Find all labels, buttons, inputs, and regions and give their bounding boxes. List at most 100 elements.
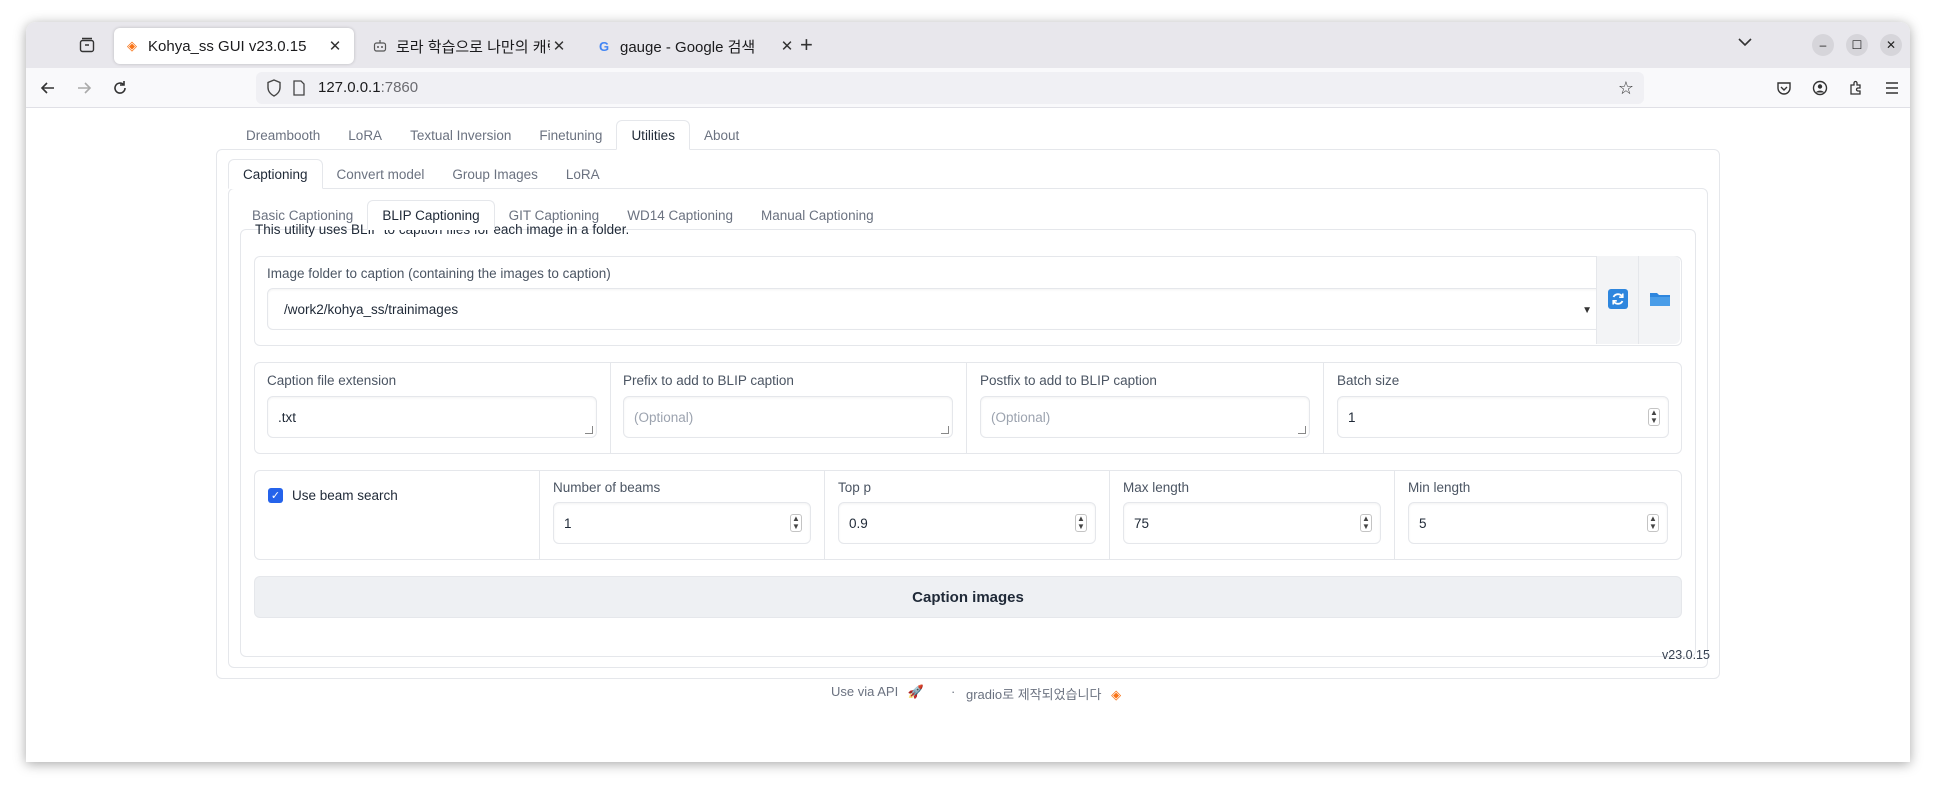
num-beams-label: Number of beams bbox=[553, 480, 661, 495]
browser-tab-lora-article[interactable]: 로라 학습으로 나만의 캐릭터 ✕ bbox=[362, 28, 578, 64]
account-icon[interactable] bbox=[1808, 76, 1832, 100]
divider bbox=[1109, 471, 1110, 559]
tab-wd14-captioning[interactable]: WD14 Captioning bbox=[613, 200, 747, 230]
tab-textual-inversion[interactable]: Textual Inversion bbox=[396, 120, 525, 150]
close-tab-icon[interactable]: ✕ bbox=[550, 37, 568, 55]
caption-ext-value: .txt bbox=[278, 409, 297, 425]
menu-icon[interactable] bbox=[1880, 76, 1904, 100]
forward-icon[interactable] bbox=[72, 76, 96, 100]
image-folder-dropdown[interactable]: /work2/kohya_ss/trainimages ▼ bbox=[267, 288, 1607, 330]
browser-tab-title: 로라 학습으로 나만의 캐릭터 bbox=[396, 38, 550, 56]
url-bar[interactable]: 127.0.0.1:7860 ☆ bbox=[256, 72, 1644, 104]
min-length-value: 5 bbox=[1419, 515, 1427, 531]
min-length-input[interactable]: 5 ▲ ▼ bbox=[1408, 502, 1668, 544]
max-length-input[interactable]: 75 ▲ ▼ bbox=[1123, 502, 1381, 544]
tab-about[interactable]: About bbox=[690, 120, 753, 150]
page-icon[interactable] bbox=[292, 80, 306, 99]
use-via-api-text: Use via API bbox=[831, 684, 899, 699]
browser-tab-google[interactable]: G gauge - Google 검색 ✕ bbox=[586, 28, 806, 64]
tab-list-icon[interactable] bbox=[74, 34, 100, 56]
tab-captioning[interactable]: Captioning bbox=[228, 159, 323, 189]
utilities-sub-tabs: Captioning Convert model Group Images Lo… bbox=[228, 159, 614, 189]
postfix-placeholder: (Optional) bbox=[991, 409, 1051, 425]
bookmark-star-icon[interactable]: ☆ bbox=[1618, 78, 1634, 99]
dropdown-arrow-icon: ▼ bbox=[1582, 305, 1592, 316]
maximize-icon[interactable]: ☐ bbox=[1846, 34, 1868, 56]
tab-lora[interactable]: LoRA bbox=[334, 120, 396, 150]
beam-search-checkbox[interactable]: ✓ bbox=[268, 488, 283, 503]
caption-ext-input[interactable]: .txt bbox=[267, 396, 597, 438]
folder-icon bbox=[1649, 290, 1671, 311]
browser-nav-bar: 127.0.0.1:7860 ☆ bbox=[26, 68, 1910, 108]
minimize-icon[interactable]: – bbox=[1812, 34, 1834, 56]
close-tab-icon[interactable]: ✕ bbox=[326, 37, 344, 55]
postfix-input[interactable]: (Optional) bbox=[980, 396, 1310, 438]
prefix-input[interactable]: (Optional) bbox=[623, 396, 953, 438]
tab-lora-utils[interactable]: LoRA bbox=[552, 159, 614, 189]
page-content: Dreambooth LoRA Textual Inversion Finetu… bbox=[26, 108, 1910, 762]
prefix-placeholder: (Optional) bbox=[634, 409, 694, 425]
tab-finetuning[interactable]: Finetuning bbox=[525, 120, 616, 150]
refresh-icon bbox=[1607, 288, 1628, 312]
divider bbox=[1394, 471, 1395, 559]
back-icon[interactable] bbox=[36, 76, 60, 100]
pocket-icon[interactable] bbox=[1772, 76, 1796, 100]
reload-icon[interactable] bbox=[108, 76, 132, 100]
resize-handle-icon[interactable] bbox=[585, 426, 593, 434]
divider bbox=[610, 363, 611, 453]
new-tab-icon[interactable]: + bbox=[800, 34, 813, 56]
built-with-gradio-text: gradio로 제작되었습니다 bbox=[966, 687, 1102, 702]
refresh-button[interactable] bbox=[1596, 256, 1638, 344]
extensions-icon[interactable] bbox=[1844, 76, 1868, 100]
divider bbox=[1323, 363, 1324, 453]
divider bbox=[539, 471, 540, 559]
top-p-value: 0.9 bbox=[849, 515, 868, 531]
tab-group-images[interactable]: Group Images bbox=[438, 159, 552, 189]
batch-size-input[interactable]: 1 ▲ ▼ bbox=[1337, 396, 1669, 438]
caption-images-button[interactable]: Caption images bbox=[254, 576, 1682, 618]
close-window-icon[interactable]: ✕ bbox=[1880, 34, 1902, 56]
spinner-icon[interactable]: ▲ ▼ bbox=[1648, 408, 1660, 426]
tab-convert-model[interactable]: Convert model bbox=[323, 159, 439, 189]
top-p-label: Top p bbox=[838, 480, 872, 495]
divider bbox=[966, 363, 967, 453]
url-port: :7860 bbox=[380, 79, 419, 96]
close-tab-icon[interactable]: ✕ bbox=[778, 37, 796, 55]
max-length-label: Max length bbox=[1123, 480, 1190, 495]
browse-folder-button[interactable] bbox=[1638, 256, 1680, 344]
num-beams-value: 1 bbox=[564, 515, 572, 531]
built-with-gradio-link[interactable]: gradio로 제작되었습니다 ◈ bbox=[966, 684, 1121, 703]
spinner-icon[interactable]: ▲ ▼ bbox=[790, 514, 802, 532]
spinner-icon[interactable]: ▲ ▼ bbox=[1647, 514, 1659, 532]
max-length-value: 75 bbox=[1134, 515, 1150, 531]
browser-tab-kohya[interactable]: ◈ Kohya_ss GUI v23.0.15 ✕ bbox=[114, 28, 354, 64]
batch-size-value: 1 bbox=[1348, 409, 1356, 425]
url-host: 127.0.0.1 bbox=[318, 79, 381, 96]
tab-utilities[interactable]: Utilities bbox=[616, 120, 690, 150]
footer-separator: · bbox=[951, 684, 956, 699]
tab-dreambooth[interactable]: Dreambooth bbox=[232, 120, 334, 150]
tab-blip-captioning[interactable]: BLIP Captioning bbox=[367, 200, 495, 230]
num-beams-input[interactable]: 1 ▲ ▼ bbox=[553, 502, 811, 544]
top-p-input[interactable]: 0.9 ▲ ▼ bbox=[838, 502, 1096, 544]
version-label: v23.0.15 bbox=[1662, 648, 1710, 662]
beam-search-label[interactable]: Use beam search bbox=[292, 488, 398, 503]
min-length-label: Min length bbox=[1408, 480, 1471, 495]
spinner-icon[interactable]: ▲ ▼ bbox=[1075, 514, 1087, 532]
google-icon: G bbox=[598, 38, 610, 54]
divider bbox=[824, 471, 825, 559]
browser-tab-title: gauge - Google 검색 bbox=[620, 38, 756, 56]
prefix-label: Prefix to add to BLIP caption bbox=[623, 373, 794, 388]
list-all-tabs-icon[interactable] bbox=[1738, 34, 1752, 52]
use-via-api-link[interactable]: Use via API 🚀 bbox=[831, 684, 924, 700]
resize-handle-icon[interactable] bbox=[1298, 426, 1306, 434]
batch-size-label: Batch size bbox=[1337, 373, 1400, 388]
browser-window: ◈ Kohya_ss GUI v23.0.15 ✕ 로라 학습으로 나만의 캐릭… bbox=[26, 22, 1910, 762]
tab-manual-captioning[interactable]: Manual Captioning bbox=[747, 200, 888, 230]
url-text[interactable]: 127.0.0.1:7860 bbox=[318, 79, 418, 96]
resize-handle-icon[interactable] bbox=[941, 426, 949, 434]
spinner-icon[interactable]: ▲ ▼ bbox=[1360, 514, 1372, 532]
shield-icon[interactable] bbox=[266, 79, 282, 100]
image-folder-value: /work2/kohya_ss/trainimages bbox=[284, 301, 459, 317]
browser-tab-bar: ◈ Kohya_ss GUI v23.0.15 ✕ 로라 학습으로 나만의 캐릭… bbox=[26, 22, 1910, 68]
